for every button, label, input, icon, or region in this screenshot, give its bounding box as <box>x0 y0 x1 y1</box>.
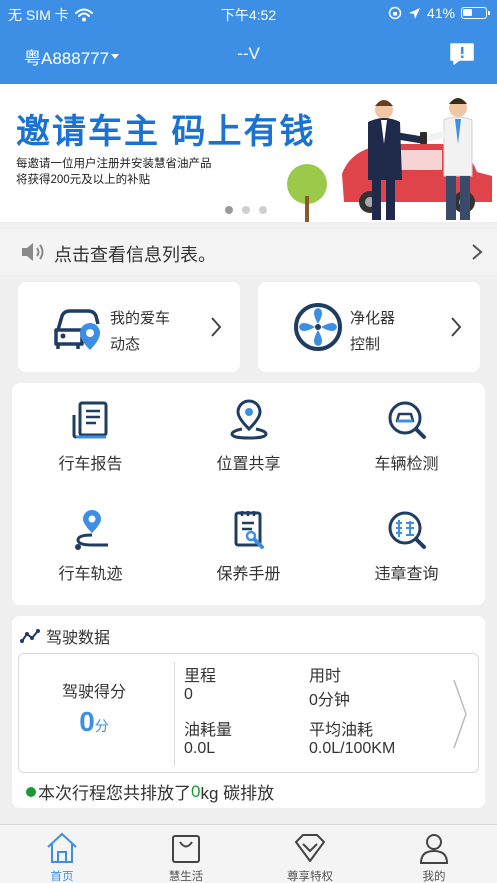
tab-mine[interactable]: 我的 <box>372 825 496 883</box>
duration-value: 0分钟 <box>309 692 350 709</box>
green-dot-icon <box>26 786 36 797</box>
battery-icon <box>461 7 490 19</box>
battery-percent: 41% <box>426 5 455 21</box>
avg-fuel-value: 0.0L/100KM <box>309 740 396 757</box>
driving-stats-box[interactable]: 驾驶得分 0分 里程 0 用时 0分钟 油耗量 0.0L 平均油耗 0.0L/1… <box>18 653 479 773</box>
my-car-card[interactable]: 我的爱车 动态 <box>18 282 240 372</box>
home-icon <box>47 832 77 863</box>
voltage-title: --V <box>237 44 260 63</box>
manual-icon <box>234 511 264 549</box>
tab-home[interactable]: 首页 <box>0 825 124 883</box>
tab-bar: 首页 慧生活 尊享特权 我的 <box>0 824 497 883</box>
purifier-subtitle: 控制 <box>350 336 381 353</box>
my-car-subtitle: 动态 <box>110 336 141 353</box>
status-bar: 无 SIM 卡 下午4:52 41% <box>0 0 497 26</box>
tab-smart-life[interactable]: 慧生活 <box>124 825 248 883</box>
notice-bar[interactable]: 点击查看信息列表。 <box>0 229 497 275</box>
speaker-icon <box>22 243 44 261</box>
divider <box>174 662 175 766</box>
trend-line-icon <box>20 629 40 643</box>
promo-banner[interactable]: 邀请车主 码上有钱 每邀请一位用户注册并安装慧省油产品 将获得200元及以上的补… <box>0 84 497 222</box>
banner-title: 邀请车主 码上有钱 <box>16 113 316 151</box>
duration-label: 用时 <box>309 668 342 685</box>
mileage-value: 0 <box>184 686 193 703</box>
chevron-right-icon <box>453 679 467 749</box>
driving-data-heading: 驾驶数据 <box>46 630 111 647</box>
fan-icon <box>294 303 342 351</box>
banner-subtitle-line1: 每邀请一位用户注册并安装慧省油产品 <box>16 158 212 170</box>
tab-privileges[interactable]: 尊享特权 <box>248 825 372 883</box>
mileage-label: 里程 <box>184 668 217 685</box>
chevron-right-icon <box>472 244 483 260</box>
user-icon <box>419 834 449 864</box>
fuel-label: 油耗量 <box>184 722 233 739</box>
violation-query-icon <box>388 511 426 549</box>
emission-value: 0 <box>191 781 201 801</box>
grid-item-location-share[interactable]: 位置共享 <box>170 383 327 493</box>
shopping-bag-icon <box>172 835 200 863</box>
fuel-value: 0.0L <box>184 740 216 757</box>
nav-bar: 粤A888777 --V <box>0 40 497 70</box>
diamond-icon <box>295 834 325 862</box>
score-value: 0分 <box>79 706 109 737</box>
chevron-right-icon <box>451 317 462 337</box>
message-icon[interactable] <box>449 42 475 66</box>
banner-subtitle-line2: 将获得200元及以上的补贴 <box>16 174 151 186</box>
car-pin-icon <box>54 309 100 350</box>
function-grid: 行车报告 位置共享 车辆检测 行车轨迹 保养手册 违章查询 <box>12 383 485 605</box>
rotation-lock-icon <box>388 6 402 20</box>
track-icon <box>75 510 108 550</box>
driving-data-card: 驾驶数据 驾驶得分 0分 里程 0 用时 0分钟 油耗量 0.0L 平均油耗 0… <box>12 616 485 808</box>
location-arrow-icon <box>408 7 420 19</box>
grid-item-vehicle-inspection[interactable]: 车辆检测 <box>328 383 485 493</box>
location-share-icon <box>230 399 268 440</box>
purifier-title: 净化器 <box>350 310 396 327</box>
purifier-card[interactable]: 净化器 控制 <box>258 282 480 372</box>
grid-item-maintenance-manual[interactable]: 保养手册 <box>170 493 327 603</box>
car-inspect-icon <box>388 401 426 439</box>
score-label: 驾驶得分 <box>61 684 126 701</box>
page-dot[interactable] <box>242 206 250 214</box>
notice-text: 点击查看信息列表。 <box>54 245 216 265</box>
avg-fuel-label: 平均油耗 <box>309 722 374 739</box>
grid-item-driving-track[interactable]: 行车轨迹 <box>12 493 169 603</box>
emission-summary: 本次行程您共排放了 0 kg 碳排放 <box>26 779 274 804</box>
report-icon <box>72 401 108 439</box>
page-dot[interactable] <box>259 206 267 214</box>
grid-item-violation-query[interactable]: 违章查询 <box>328 493 485 603</box>
chevron-right-icon <box>211 317 222 337</box>
banner-illustration <box>287 98 492 222</box>
grid-item-driving-report[interactable]: 行车报告 <box>12 383 169 493</box>
page-dot-active[interactable] <box>225 206 233 214</box>
my-car-title: 我的爱车 <box>110 310 171 327</box>
banner-pagination[interactable] <box>225 206 267 214</box>
top-bar: 无 SIM 卡 下午4:52 41% 粤A888777 --V <box>0 0 497 84</box>
